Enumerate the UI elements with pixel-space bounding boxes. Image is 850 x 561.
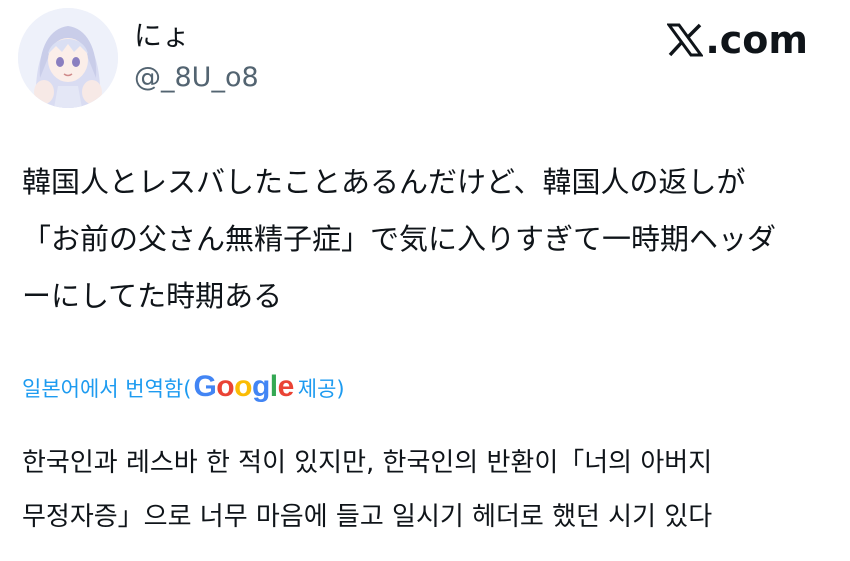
tweet-line: 韓国人とレスバしたことあるんだけど、韓国人の返しが <box>22 165 746 199</box>
provided-by-label[interactable]: 제공) <box>298 373 345 403</box>
translated-line: 무정자증」으로 너무 마음에 들고 일시기 헤더로 했던 시기 있다 <box>22 502 713 532</box>
tweet-text: 韓国人とレスバしたことあるんだけど、韓国人の返しが 「お前の父さん無精子症」で気… <box>22 154 832 325</box>
tweet-line: 「お前の父さん無精子症」で気に入りすぎて一時期ヘッダ <box>22 222 777 256</box>
x-logo-icon <box>667 23 704 57</box>
translated-from-label[interactable]: 일본어에서 번역함( <box>22 373 191 403</box>
translated-line: 한국인과 레스바 한 적이 있지만, 한국인의 반환이「너의 아버지 <box>22 448 713 478</box>
brand-logo: .com <box>667 18 808 62</box>
brand-domain: .com <box>705 18 808 62</box>
user-handle[interactable]: @_8U_o8 <box>134 60 259 96</box>
avatar[interactable] <box>18 8 118 108</box>
tweet-line: ーにしてた時期ある <box>22 279 283 313</box>
google-logo: Google <box>193 370 294 403</box>
display-name[interactable]: にょ <box>134 18 190 54</box>
translation-attribution[interactable]: 일본어에서 번역함( Google 제공) <box>22 368 345 408</box>
translated-text: 한국인과 레스바 한 적이 있지만, 한국인의 반환이「너의 아버지 무정자증」… <box>22 436 832 544</box>
anime-avatar-icon <box>18 8 118 108</box>
